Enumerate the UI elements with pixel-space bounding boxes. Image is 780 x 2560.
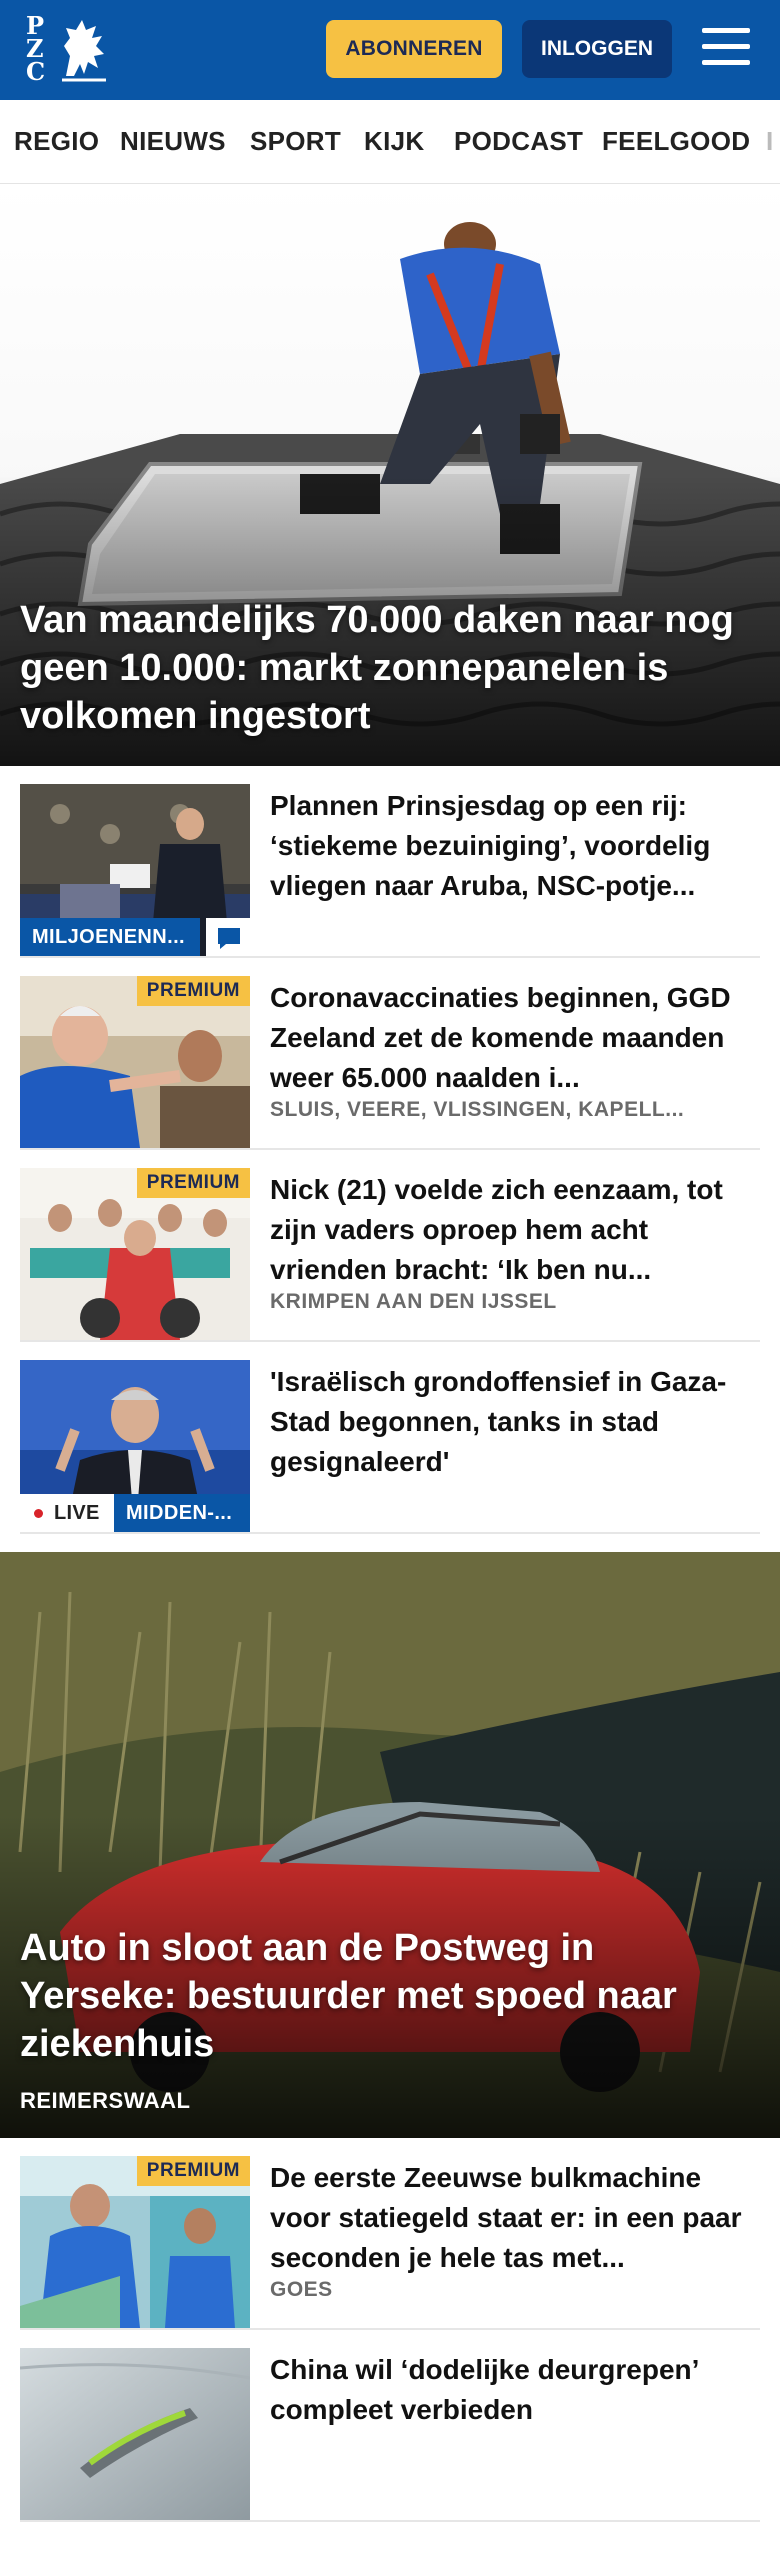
login-button[interactable]: INLOGGEN bbox=[522, 20, 672, 78]
article-location: SLUIS, VEERE, VLISSINGEN, KAPELL... bbox=[270, 1098, 685, 1121]
article-thumbnail: LIVE MIDDEN-... bbox=[20, 1360, 250, 1532]
nav-item-overflow[interactable]: I bbox=[766, 126, 774, 157]
premium-badge: PREMIUM bbox=[136, 2156, 250, 2186]
pzc-logo[interactable]: PZC bbox=[26, 14, 112, 86]
article-title[interactable]: Plannen Prinsjesdag op een rij: ‘stiekem… bbox=[270, 786, 760, 914]
hero-title[interactable]: Van maandelijks 70.000 daken naar nog ge… bbox=[20, 596, 758, 740]
top-bar: PZC ABONNEREN INLOGGEN bbox=[0, 0, 780, 100]
list-item[interactable]: LIVE MIDDEN-... 'Israëlisch grondoffensi… bbox=[20, 1342, 760, 1534]
premium-badge: PREMIUM bbox=[136, 976, 250, 1006]
nav-item-regio[interactable]: REGIO bbox=[14, 126, 99, 157]
article-location: KRIMPEN AAN DEN IJSSEL bbox=[270, 1290, 557, 1313]
list-item[interactable]: PREMIUM Nick (21) voelde zich eenzaam, t… bbox=[20, 1150, 760, 1342]
article-title[interactable]: Nick (21) voelde zich eenzaam, tot zijn … bbox=[270, 1170, 760, 1298]
article-title[interactable]: China wil ‘dodelijke deurgrepen’ complee… bbox=[270, 2350, 760, 2478]
article-location: GOES bbox=[270, 2278, 333, 2301]
premium-badge: PREMIUM bbox=[136, 1168, 250, 1198]
article-thumbnail: MILJOENENN... bbox=[20, 784, 250, 956]
live-label: LIVE bbox=[54, 1502, 100, 1524]
nav-item-kijk[interactable]: KIJK bbox=[364, 126, 424, 157]
category-tag[interactable]: MIDDEN-... bbox=[114, 1494, 250, 1532]
article-title[interactable]: Coronavaccinaties beginnen, GGD Zeeland … bbox=[270, 978, 760, 1106]
live-dot-icon bbox=[34, 1509, 43, 1518]
article-thumbnail bbox=[20, 2348, 250, 2520]
nav-item-podcast[interactable]: PODCAST bbox=[454, 126, 583, 157]
comment-icon[interactable] bbox=[206, 918, 250, 956]
hero-article-car[interactable]: Auto in sloot aan de Postweg in Yerseke:… bbox=[0, 1552, 780, 2138]
list-item[interactable]: MILJOENENN... Plannen Prinsjesdag op een… bbox=[20, 766, 760, 958]
section-nav: REGIO NIEUWS SPORT KIJK PODCAST FEELGOOD… bbox=[0, 100, 780, 184]
nav-item-feelgood[interactable]: FEELGOOD bbox=[602, 126, 750, 157]
article-title[interactable]: De eerste Zeeuwse bulkmachine voor stati… bbox=[270, 2158, 760, 2286]
article-thumbnail: PREMIUM bbox=[20, 1168, 250, 1340]
list-item[interactable]: PREMIUM Coronavaccinaties beginnen, GGD … bbox=[20, 958, 760, 1150]
hamburger-icon[interactable] bbox=[700, 24, 752, 72]
article-title[interactable]: 'Israëlisch grondoffensief in Gaza-Stad … bbox=[270, 1362, 760, 1490]
subscribe-button[interactable]: ABONNEREN bbox=[326, 20, 502, 78]
lion-emblem-icon bbox=[62, 20, 106, 82]
article-thumbnail: PREMIUM bbox=[20, 2156, 250, 2328]
article-thumbnail: PREMIUM bbox=[20, 976, 250, 1148]
hero-location: REIMERSWAAL bbox=[20, 2088, 191, 2113]
hero-title[interactable]: Auto in sloot aan de Postweg in Yerseke:… bbox=[20, 1924, 758, 2068]
nav-item-nieuws[interactable]: NIEUWS bbox=[120, 126, 226, 157]
list-item[interactable]: PREMIUM De eerste Zeeuwse bulkmachine vo… bbox=[20, 2138, 760, 2330]
list-item[interactable]: China wil ‘dodelijke deurgrepen’ complee… bbox=[20, 2330, 760, 2522]
nav-item-sport[interactable]: SPORT bbox=[250, 126, 341, 157]
hero-article-solar[interactable]: Van maandelijks 70.000 daken naar nog ge… bbox=[0, 184, 780, 766]
category-tag[interactable]: MILJOENENN... bbox=[20, 918, 200, 956]
live-badge: LIVE bbox=[20, 1494, 114, 1532]
